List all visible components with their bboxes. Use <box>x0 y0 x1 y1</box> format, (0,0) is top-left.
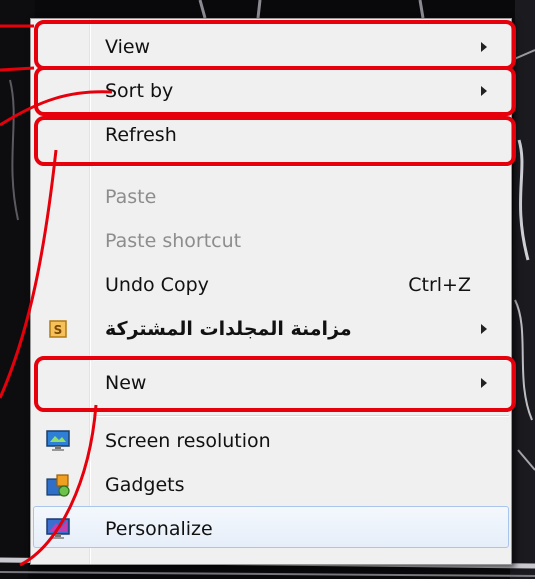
monitor-icon <box>44 427 72 455</box>
menu-item-label: Paste shortcut <box>105 230 242 252</box>
highlight-box-sort-by <box>34 66 516 116</box>
menu-item-label: Undo Copy <box>105 274 209 296</box>
highlight-box-view <box>34 20 516 70</box>
menu-item-paste[interactable]: Paste <box>33 175 509 219</box>
menu-item-paste-shortcut[interactable]: Paste shortcut <box>33 219 509 263</box>
menu-item-label: مزامنة المجلدات المشتركة <box>105 318 352 340</box>
gadgets-icon <box>44 471 72 499</box>
svg-text:S: S <box>54 323 63 337</box>
menu-item-label: Personalize <box>105 518 213 540</box>
menu-item-screen-resolution[interactable]: Screen resolution <box>33 419 509 463</box>
menu-item-label: Screen resolution <box>105 430 271 452</box>
submenu-arrow-icon <box>481 324 487 334</box>
menu-item-gadgets[interactable]: Gadgets <box>33 463 509 507</box>
menu-item-shared-folder-sync[interactable]: S مزامنة المجلدات المشتركة <box>33 307 509 351</box>
shortcut-text: Ctrl+Z <box>408 274 471 296</box>
highlight-box-new <box>34 356 516 412</box>
menu-item-label: Paste <box>105 186 157 208</box>
menu-item-label: Gadgets <box>105 474 185 496</box>
menu-item-undo-copy[interactable]: Undo Copy Ctrl+Z <box>33 263 509 307</box>
highlight-box-refresh <box>34 116 516 166</box>
menu-item-personalize[interactable]: Personalize <box>33 507 509 551</box>
shared-folder-sync-icon: S <box>44 315 72 343</box>
menu-separator <box>93 415 509 417</box>
personalize-icon <box>44 515 72 543</box>
